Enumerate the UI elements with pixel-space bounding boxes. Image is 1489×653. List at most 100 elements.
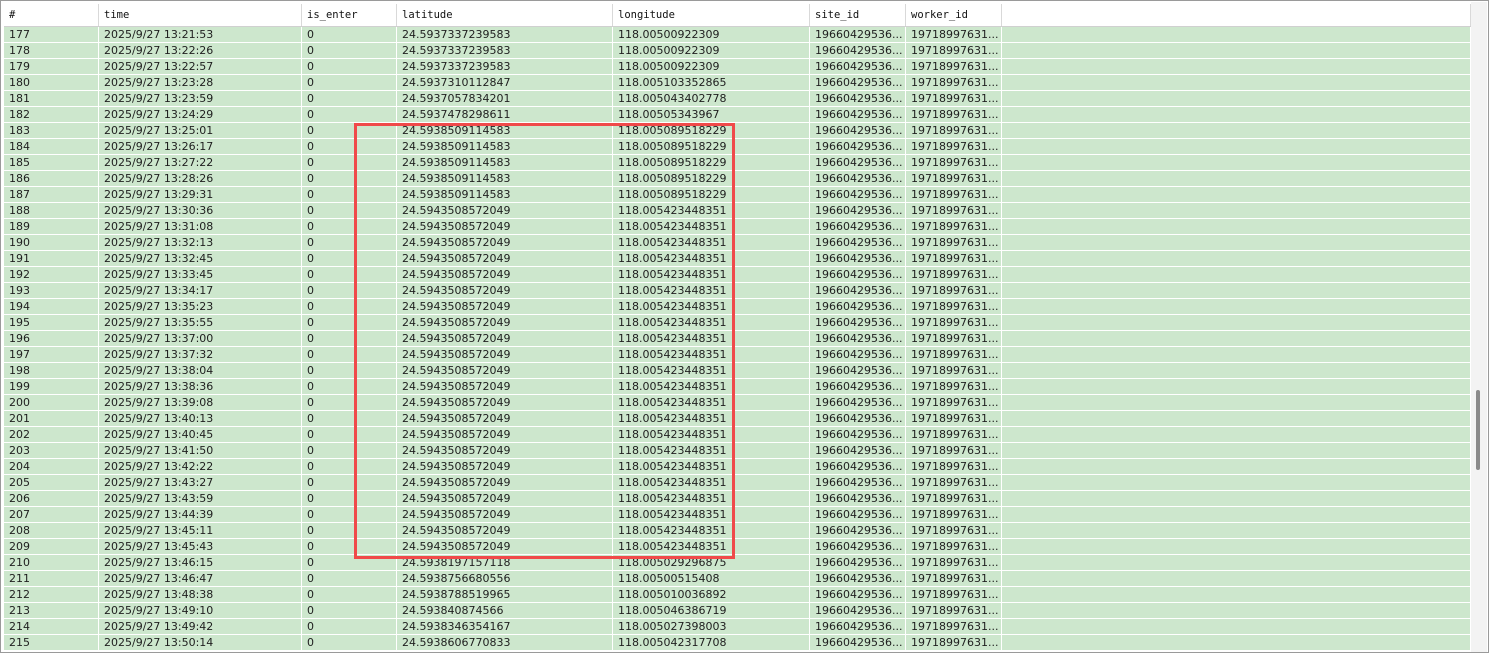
table-cell[interactable]: 118.00505343967 [613,107,810,123]
table-row[interactable]: 214 2025/9/27 13:49:42 0 24.5938346354167 11… [4,619,1471,635]
table-cell[interactable]: 24.5938788519965 [397,587,613,603]
table-cell[interactable]: 0 [302,539,397,555]
table-cell[interactable]: 19660429536... [810,107,906,123]
table-cell[interactable]: 2025/9/27 13:39:08 [99,395,302,411]
table-cell[interactable]: 118.005423448351 [613,523,810,539]
column-header-is-enter[interactable]: is_enter [302,4,397,26]
table-cell[interactable] [1002,459,1471,475]
table-cell[interactable]: 210 [4,555,99,571]
table-cell[interactable]: 19718997631... [906,123,1002,139]
table-cell[interactable]: 19660429536... [810,331,906,347]
table-cell[interactable]: 24.5943508572049 [397,235,613,251]
table-cell[interactable]: 118.005423448351 [613,379,810,395]
table-row[interactable]: 181 2025/9/27 13:23:59 0 24.5937057834201 11… [4,91,1471,107]
table-cell[interactable]: 19718997631... [906,299,1002,315]
table-cell[interactable]: 118.005423448351 [613,347,810,363]
table-cell[interactable]: 19660429536... [810,379,906,395]
table-cell[interactable]: 118.005089518229 [613,139,810,155]
table-cell[interactable]: 118.005423448351 [613,363,810,379]
table-cell[interactable]: 211 [4,571,99,587]
table-cell[interactable]: 2025/9/27 13:32:45 [99,251,302,267]
table-cell[interactable]: 203 [4,443,99,459]
table-cell[interactable]: 2025/9/27 13:41:50 [99,443,302,459]
table-cell[interactable]: 24.5937478298611 [397,107,613,123]
table-cell[interactable]: 2025/9/27 13:42:22 [99,459,302,475]
table-cell[interactable]: 118.005423448351 [613,235,810,251]
table-cell[interactable]: 0 [302,283,397,299]
table-cell[interactable]: 2025/9/27 13:35:55 [99,315,302,331]
table-cell[interactable]: 177 [4,27,99,43]
table-cell[interactable] [1002,315,1471,331]
table-cell[interactable]: 24.5937337239583 [397,43,613,59]
table-cell[interactable]: 19660429536... [810,523,906,539]
table-cell[interactable]: 19660429536... [810,347,906,363]
table-cell[interactable]: 19718997631... [906,283,1002,299]
table-cell[interactable]: 19660429536... [810,507,906,523]
table-cell[interactable]: 183 [4,123,99,139]
table-cell[interactable]: 0 [302,363,397,379]
table-cell[interactable]: 2025/9/27 13:38:36 [99,379,302,395]
table-cell[interactable]: 0 [302,331,397,347]
table-row[interactable]: 204 2025/9/27 13:42:22 0 24.5943508572049 11… [4,459,1471,475]
table-cell[interactable]: 19660429536... [810,363,906,379]
table-cell[interactable]: 0 [302,235,397,251]
table-cell[interactable]: 2025/9/27 13:22:26 [99,43,302,59]
table-cell[interactable]: 19660429536... [810,475,906,491]
table-row[interactable]: 182 2025/9/27 13:24:29 0 24.5937478298611 11… [4,107,1471,123]
table-row[interactable]: 187 2025/9/27 13:29:31 0 24.5938509114583 11… [4,187,1471,203]
table-cell[interactable]: 19718997631... [906,43,1002,59]
table-cell[interactable]: 0 [302,219,397,235]
table-cell[interactable]: 206 [4,491,99,507]
table-cell[interactable]: 2025/9/27 13:43:27 [99,475,302,491]
table-cell[interactable]: 19718997631... [906,587,1002,603]
table-row[interactable]: 185 2025/9/27 13:27:22 0 24.5938509114583 11… [4,155,1471,171]
table-cell[interactable]: 180 [4,75,99,91]
table-cell[interactable]: 24.5943508572049 [397,427,613,443]
table-cell[interactable]: 24.5943508572049 [397,539,613,555]
table-cell[interactable] [1002,539,1471,555]
table-cell[interactable]: 118.005423448351 [613,539,810,555]
table-cell[interactable]: 118.005423448351 [613,507,810,523]
table-cell[interactable]: 19718997631... [906,235,1002,251]
table-cell[interactable]: 19660429536... [810,235,906,251]
table-cell[interactable]: 19660429536... [810,539,906,555]
table-cell[interactable]: 19718997631... [906,347,1002,363]
table-cell[interactable]: 0 [302,635,397,651]
table-cell[interactable]: 19718997631... [906,539,1002,555]
table-cell[interactable]: 19718997631... [906,139,1002,155]
column-header-filler[interactable] [1002,4,1471,26]
table-cell[interactable]: 2025/9/27 13:34:17 [99,283,302,299]
table-cell[interactable]: 19718997631... [906,555,1002,571]
table-cell[interactable]: 19660429536... [810,219,906,235]
table-cell[interactable]: 118.005046386719 [613,603,810,619]
table-cell[interactable]: 0 [302,619,397,635]
table-cell[interactable] [1002,571,1471,587]
table-cell[interactable]: 19718997631... [906,363,1002,379]
table-cell[interactable]: 24.5943508572049 [397,251,613,267]
table-cell[interactable] [1002,107,1471,123]
table-cell[interactable]: 0 [302,43,397,59]
table-cell[interactable]: 19718997631... [906,203,1002,219]
table-cell[interactable]: 2025/9/27 13:49:42 [99,619,302,635]
table-row[interactable]: 193 2025/9/27 13:34:17 0 24.5943508572049 11… [4,283,1471,299]
table-cell[interactable]: 24.5938509114583 [397,139,613,155]
table-cell[interactable]: 0 [302,475,397,491]
table-cell[interactable] [1002,219,1471,235]
table-cell[interactable]: 2025/9/27 13:46:47 [99,571,302,587]
table-cell[interactable]: 24.5943508572049 [397,443,613,459]
table-cell[interactable]: 2025/9/27 13:37:32 [99,347,302,363]
table-cell[interactable]: 19660429536... [810,43,906,59]
table-cell[interactable]: 19660429536... [810,187,906,203]
table-cell[interactable]: 118.00500515408 [613,571,810,587]
table-cell[interactable]: 190 [4,235,99,251]
table-cell[interactable]: 2025/9/27 13:48:38 [99,587,302,603]
table-cell[interactable]: 2025/9/27 13:50:14 [99,635,302,651]
table-cell[interactable] [1002,587,1471,603]
table-row[interactable]: 213 2025/9/27 13:49:10 0 24.593840874566 118… [4,603,1471,619]
table-cell[interactable]: 19718997631... [906,475,1002,491]
table-cell[interactable] [1002,491,1471,507]
table-cell[interactable]: 19660429536... [810,411,906,427]
table-cell[interactable]: 204 [4,459,99,475]
table-cell[interactable]: 24.5937057834201 [397,91,613,107]
table-cell[interactable]: 214 [4,619,99,635]
